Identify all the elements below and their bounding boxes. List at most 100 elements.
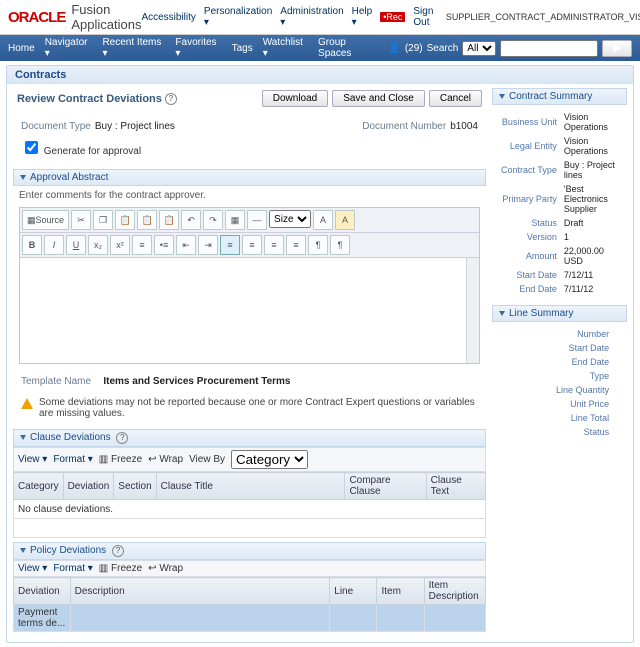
template-label: Template Name [21,376,91,387]
nav-watchlist[interactable]: Watchlist ▾ [263,37,308,59]
col-section[interactable]: Section [114,473,156,500]
hr-icon[interactable]: — [247,210,267,230]
search-scope[interactable]: All [462,41,496,56]
indent-icon[interactable]: ⇥ [198,235,218,255]
link-help[interactable]: Help ▾ [352,6,373,28]
cancel-button[interactable]: Cancel [429,90,482,107]
col-item[interactable]: Item [377,578,424,605]
nav-home[interactable]: Home [8,43,35,54]
user-icon[interactable]: 👤 [388,43,400,54]
search-input[interactable] [500,40,598,57]
format-menu[interactable]: Format ▾ [53,454,92,465]
format-menu[interactable]: Format ▾ [53,563,92,574]
doc-type-label: Document Type [21,121,91,132]
source-button[interactable]: ▦ Source [22,210,69,230]
help-icon[interactable]: ? [116,432,128,444]
section-contract-summary[interactable]: Contract Summary [492,88,627,105]
scrollbar[interactable] [466,258,479,363]
col-deviation[interactable]: Deviation [14,578,71,605]
section-approval-abstract[interactable]: Approval Abstract [13,169,486,186]
text-color-icon[interactable]: A [313,210,333,230]
rtl-icon[interactable]: ¶ [330,235,350,255]
ul-icon[interactable]: •≡ [154,235,174,255]
section-policy-deviations[interactable]: Policy Deviations ? [13,542,486,560]
link-accessibility[interactable]: Accessibility [141,12,195,23]
brand-fusion: Fusion Applications [71,2,141,32]
col-compare[interactable]: Compare Clause [345,473,426,500]
copy-icon[interactable]: ❐ [93,210,113,230]
align-right-icon[interactable]: ≡ [264,235,284,255]
undo-icon[interactable]: ↶ [181,210,201,230]
nav-favorites[interactable]: Favorites ▾ [175,37,221,59]
view-menu[interactable]: View ▾ [18,454,47,465]
size-select[interactable]: Size [269,210,311,228]
cut-icon[interactable]: ✂ [71,210,91,230]
abstract-hint: Enter comments for the contract approver… [19,190,480,201]
col-item-desc[interactable]: Item Description [424,578,485,605]
doc-num-value: b1004 [450,121,478,132]
help-icon[interactable]: ? [165,93,177,105]
nav-recent[interactable]: Recent Items ▾ [102,37,165,59]
warning-text: Some deviations may not be reported beca… [39,397,478,419]
summary-table: Business UnitVision OperationsLegal Enti… [498,109,621,297]
outdent-icon[interactable]: ⇤ [176,235,196,255]
ol-icon[interactable]: ≡ [132,235,152,255]
freeze-button[interactable]: ▥ Freeze [99,563,142,574]
policy-deviations-table: Deviation Description Line Item Item Des… [13,577,486,632]
paste-text-icon[interactable]: 📋 [137,210,157,230]
nav-tags[interactable]: Tags [232,43,253,54]
save-close-button[interactable]: Save and Close [332,90,425,107]
user-count: (29) [405,43,423,54]
bold-icon[interactable]: B [22,235,42,255]
clause-deviations-table: Category Deviation Section Clause Title … [13,472,486,538]
breadcrumb: Contracts [7,66,633,84]
col-description[interactable]: Description [70,578,330,605]
sup-icon[interactable]: x² [110,235,130,255]
col-line[interactable]: Line [330,578,377,605]
italic-icon[interactable]: I [44,235,64,255]
wrap-button[interactable]: ↩ Wrap [148,454,183,465]
viewby-label: View By [189,454,225,465]
underline-icon[interactable]: U [66,235,86,255]
redo-icon[interactable]: ↷ [203,210,223,230]
freeze-button[interactable]: ▥ Freeze [99,454,142,465]
table-row [14,519,486,538]
section-line-summary[interactable]: Line Summary [492,305,627,322]
paste-icon[interactable]: 📋 [115,210,135,230]
editor-textarea[interactable] [20,258,479,363]
col-clause-text[interactable]: Clause Text [426,473,485,500]
search-label: Search [427,43,459,54]
paste-word-icon[interactable]: 📋 [159,210,179,230]
sub-icon[interactable]: x₂ [88,235,108,255]
help-icon[interactable]: ? [112,545,124,557]
download-button[interactable]: Download [262,90,328,107]
link-signout[interactable]: Sign Out [413,6,437,28]
section-clause-deviations[interactable]: Clause Deviations ? [13,429,486,447]
align-justify-icon[interactable]: ≡ [286,235,306,255]
wrap-button[interactable]: ↩ Wrap [148,563,183,574]
viewby-select[interactable]: Category [231,450,308,469]
link-personalization[interactable]: Personalization ▾ [204,6,272,28]
table-row[interactable]: Payment terms de... [14,605,486,632]
col-clause-title[interactable]: Clause Title [156,473,345,500]
brand-oracle: ORACLE [8,9,65,26]
table-icon[interactable]: ▦ [225,210,245,230]
align-center-icon[interactable]: ≡ [242,235,262,255]
col-category[interactable]: Category [14,473,64,500]
line-summary-table: NumberStart DateEnd DateTypeLine Quantit… [498,326,621,440]
search-go-button[interactable]: ▶ [602,40,632,57]
ltr-icon[interactable]: ¶ [308,235,328,255]
collapse-icon [20,175,26,180]
rich-text-editor: ▦ Source ✂ ❐ 📋 📋 📋 ↶ ↷ ▦ — Size A A B I [19,207,480,364]
align-left-icon[interactable]: ≡ [220,235,240,255]
table-row: No clause deviations. [14,500,486,519]
col-deviation[interactable]: Deviation [63,473,114,500]
doc-type-value: Buy : Project lines [95,121,175,132]
link-administration[interactable]: Administration ▾ [280,6,343,28]
nav-navigator[interactable]: Navigator ▾ [45,37,93,59]
view-menu[interactable]: View ▾ [18,563,47,574]
nav-spaces[interactable]: Group Spaces [318,37,378,59]
generate-approval-checkbox[interactable]: Generate for approval [21,146,141,157]
bg-color-icon[interactable]: A [335,210,355,230]
template-value: Items and Services Procurement Terms [103,376,290,387]
